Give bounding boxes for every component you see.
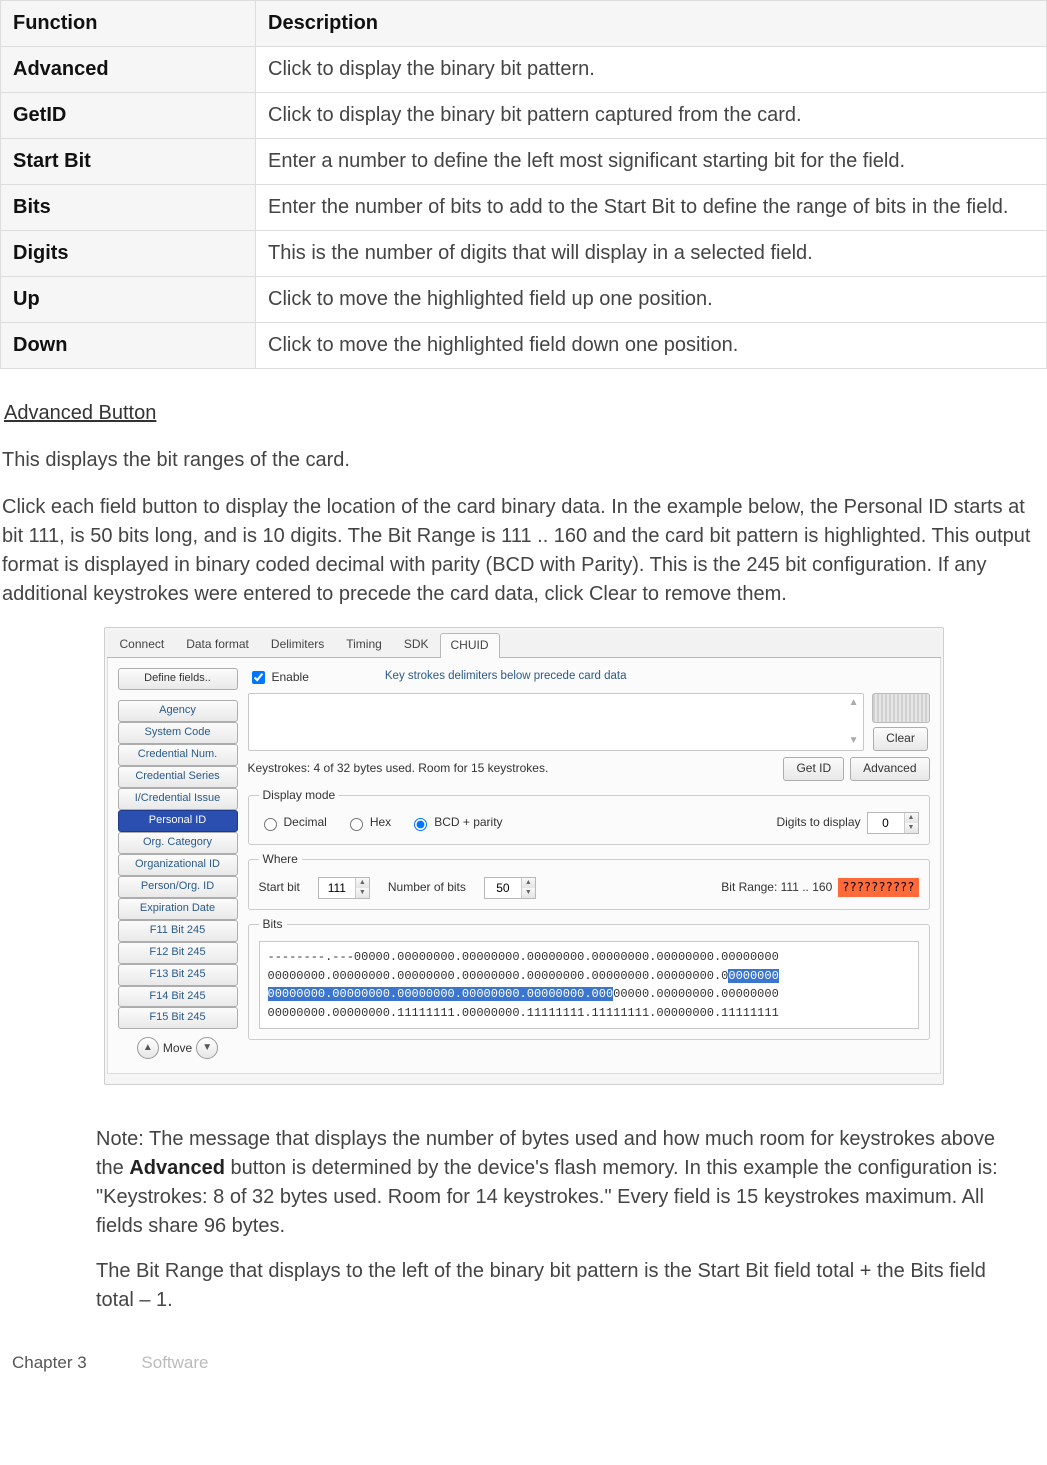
spin-down-icon[interactable]: ▼ [521,888,535,898]
table-row: DownClick to move the highlighted field … [1,323,1047,369]
spin-down-icon[interactable]: ▼ [904,823,918,833]
move-up-icon[interactable]: ▲ [137,1037,159,1059]
start-bit-spinner[interactable]: ▲▼ [318,877,370,899]
spin-up-icon[interactable]: ▲ [355,878,369,888]
precede-note: Key strokes delimiters below precede car… [385,668,627,685]
function-cell: Start Bit [1,139,256,185]
section-p2: Click each field button to display the l… [2,493,1045,609]
digits-input[interactable] [868,816,904,830]
tab-sdk[interactable]: SDK [393,632,440,657]
field-button-expiration-date[interactable]: Expiration Date [118,898,238,920]
chuid-dialog: ConnectData formatDelimitersTimingSDKCHU… [104,627,944,1085]
description-cell: Click to move the highlighted field up o… [256,277,1047,323]
bit-range-label: Bit Range: 111 .. 160 [721,879,832,896]
keyboard-icon [872,693,930,723]
keystrokes-status: Keystrokes: 4 of 32 bytes used. Room for… [248,760,549,777]
note-1: Note: The message that displays the numb… [96,1125,999,1241]
table-row: UpClick to move the highlighted field up… [1,277,1047,323]
description-cell: Click to move the highlighted field down… [256,323,1047,369]
nbits-input[interactable] [485,881,521,895]
spin-up-icon[interactable]: ▲ [904,813,918,823]
footer-chapter: Chapter 3 [12,1353,87,1372]
spin-down-icon[interactable]: ▼ [355,888,369,898]
field-button-credential-series[interactable]: Credential Series [118,766,238,788]
nbits-label: Number of bits [388,879,466,896]
table-row: AdvancedClick to display the binary bit … [1,47,1047,93]
enable-checkbox[interactable]: Enable [248,668,309,687]
field-button-organizational-id[interactable]: Organizational ID [118,854,238,876]
radio-bcd-parity[interactable]: BCD + parity [409,814,502,831]
tab-timing[interactable]: Timing [335,632,393,657]
tab-connect[interactable]: Connect [109,632,176,657]
description-cell: Enter the number of bits to add to the S… [256,185,1047,231]
tab-chuid[interactable]: CHUID [440,633,500,658]
col-description: Description [256,1,1047,47]
section-p1: This displays the bit ranges of the card… [2,446,1045,475]
function-cell: Down [1,323,256,369]
field-button-credential-num-[interactable]: Credential Num. [118,744,238,766]
note-2: The Bit Range that displays to the left … [96,1257,999,1315]
nbits-spinner[interactable]: ▲▼ [484,877,536,899]
field-button-f12-bit-245[interactable]: F12 Bit 245 [118,942,238,964]
spin-up-icon[interactable]: ▲ [521,878,535,888]
digits-label: Digits to display [776,814,860,831]
start-bit-input[interactable] [319,881,355,895]
table-row: GetIDClick to display the binary bit pat… [1,93,1047,139]
description-cell: Enter a number to define the left most s… [256,139,1047,185]
where-group: Where Start bit ▲▼ Number of bits ▲▼ [248,851,930,909]
footer-section: Software [141,1353,208,1372]
tab-data-format[interactable]: Data format [175,632,260,657]
radio-decimal[interactable]: Decimal [259,814,327,831]
table-row: Start BitEnter a number to define the le… [1,139,1047,185]
field-button-system-code[interactable]: System Code [118,722,238,744]
bit-range-qmarks: ?????????? [838,878,918,897]
start-bit-label: Start bit [259,879,300,896]
field-button-f15-bit-245[interactable]: F15 Bit 245 [118,1007,238,1029]
move-label: Move [163,1040,192,1057]
radio-hex[interactable]: Hex [345,814,391,831]
move-down-icon[interactable]: ▼ [196,1037,218,1059]
scroll-down-icon[interactable]: ▼ [253,734,859,749]
function-cell: Digits [1,231,256,277]
function-table: Function Description AdvancedClick to di… [0,0,1047,369]
tab-delimiters[interactable]: Delimiters [260,632,335,657]
bits-display: --------.---00000.00000000.00000000.0000… [259,941,919,1029]
description-cell: Click to display the binary bit pattern. [256,47,1047,93]
keystroke-area[interactable]: ▲ ▼ [248,693,864,751]
field-button-person-org-id[interactable]: Person/Org. ID [118,876,238,898]
bits-group: Bits --------.---00000.00000000.00000000… [248,916,930,1041]
define-fields-button[interactable]: Define fields.. [118,668,238,690]
field-button-personal-id[interactable]: Personal ID [118,810,238,832]
clear-button[interactable]: Clear [873,727,928,750]
function-cell: Up [1,277,256,323]
advanced-button[interactable]: Advanced [850,757,929,780]
col-function: Function [1,1,256,47]
get-id-button[interactable]: Get ID [783,757,844,780]
page-footer: Chapter 3 Software [0,1331,1047,1386]
description-cell: Click to display the binary bit pattern … [256,93,1047,139]
display-mode-group: Display mode DecimalHexBCD + parity Digi… [248,787,930,845]
enable-checkbox-input[interactable] [252,671,265,684]
field-button-agency[interactable]: Agency [118,700,238,722]
table-row: DigitsThis is the number of digits that … [1,231,1047,277]
function-cell: GetID [1,93,256,139]
advanced-button-heading: Advanced Button [4,399,1047,428]
scroll-up-icon[interactable]: ▲ [253,696,859,711]
description-cell: This is the number of digits that will d… [256,231,1047,277]
function-cell: Advanced [1,47,256,93]
field-button-i-credential-issue[interactable]: I/Credential Issue [118,788,238,810]
field-button-org-category[interactable]: Org. Category [118,832,238,854]
field-button-f11-bit-245[interactable]: F11 Bit 245 [118,920,238,942]
tab-strip: ConnectData formatDelimitersTimingSDKCHU… [107,630,941,658]
table-row: BitsEnter the number of bits to add to t… [1,185,1047,231]
field-button-f14-bit-245[interactable]: F14 Bit 245 [118,986,238,1008]
field-button-f13-bit-245[interactable]: F13 Bit 245 [118,964,238,986]
function-cell: Bits [1,185,256,231]
digits-spinner[interactable]: ▲▼ [867,812,919,834]
